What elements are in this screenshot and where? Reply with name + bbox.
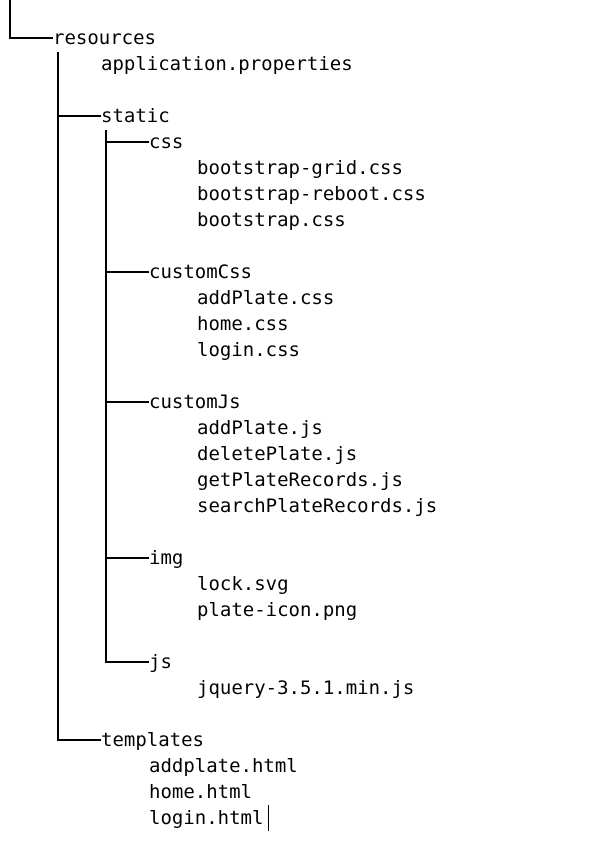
file-jquery-min-js[interactable]: jquery-3.5.1.min.js (197, 677, 414, 699)
img-connector (105, 557, 149, 559)
folder-resources[interactable]: resources (53, 27, 156, 49)
static-connector (57, 115, 101, 117)
folder-css[interactable]: css (149, 131, 183, 153)
customcss-connector (105, 271, 149, 273)
static-branch-line (105, 130, 107, 663)
customjs-connector (105, 401, 149, 403)
css-connector (105, 141, 149, 143)
file-login-css[interactable]: login.css (197, 339, 300, 361)
file-deleteplate-js[interactable]: deletePlate.js (197, 443, 357, 465)
file-login-html[interactable]: login.html (149, 807, 263, 829)
folder-templates[interactable]: templates (101, 729, 204, 751)
file-addplate-html[interactable]: addplate.html (149, 755, 298, 777)
js-connector (105, 661, 149, 663)
resources-connector (9, 37, 53, 39)
file-bootstrap-css[interactable]: bootstrap.css (197, 209, 346, 231)
file-home-html[interactable]: home.html (149, 781, 252, 803)
templates-connector (57, 739, 101, 741)
file-addplate-css[interactable]: addPlate.css (197, 287, 334, 309)
file-bootstrap-reboot-css[interactable]: bootstrap-reboot.css (197, 183, 426, 205)
folder-static[interactable]: static (101, 105, 170, 127)
resources-branch-line (57, 52, 59, 741)
file-lock-svg[interactable]: lock.svg (197, 573, 289, 595)
file-application-properties[interactable]: application.properties (101, 53, 353, 75)
file-bootstrap-grid-css[interactable]: bootstrap-grid.css (197, 157, 403, 179)
file-getplaterecords-js[interactable]: getPlateRecords.js (197, 469, 403, 491)
file-plate-icon-png[interactable]: plate-icon.png (197, 599, 357, 621)
file-searchplaterecords-js[interactable]: searchPlateRecords.js (197, 495, 437, 517)
root-branch-line (9, 0, 11, 39)
file-addplate-js[interactable]: addPlate.js (197, 417, 323, 439)
folder-img[interactable]: img (149, 547, 183, 569)
folder-customcss[interactable]: customCss (149, 261, 252, 283)
text-cursor (268, 805, 269, 831)
folder-js[interactable]: js (149, 651, 172, 673)
folder-customjs[interactable]: customJs (149, 391, 241, 413)
file-home-css[interactable]: home.css (197, 313, 289, 335)
